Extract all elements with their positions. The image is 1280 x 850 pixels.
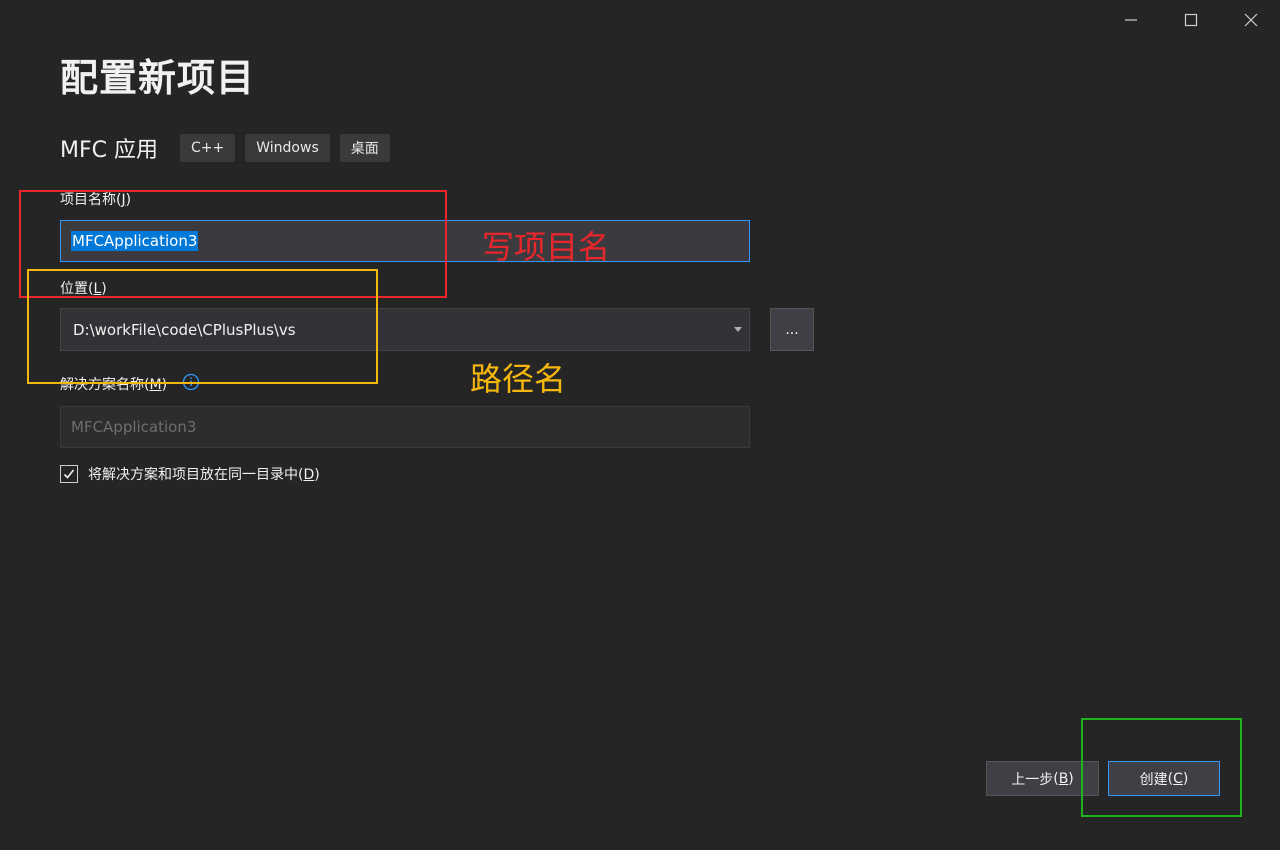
- info-icon[interactable]: [182, 373, 200, 391]
- same-directory-accelerator: D: [303, 467, 315, 483]
- tag-platform: Windows: [245, 134, 330, 162]
- checkmark-icon: [63, 469, 75, 479]
- back-accelerator: B: [1058, 770, 1069, 787]
- project-name-value: MFCApplication3: [71, 231, 199, 251]
- same-directory-option[interactable]: 将解决方案和项目放在同一目录中(D): [60, 463, 320, 485]
- location-value: D:\workFile\code\CPlusPlus\vs: [73, 320, 296, 339]
- same-directory-checkbox[interactable]: [60, 465, 78, 483]
- project-name-input[interactable]: MFCApplication3: [60, 220, 750, 262]
- project-name-label: 项目名称(J): [60, 192, 132, 208]
- tag-language: C++: [180, 134, 236, 162]
- solution-name-input[interactable]: MFCApplication3: [60, 406, 750, 448]
- project-name-annotation-text: 写项目名: [482, 228, 611, 266]
- solution-name-placeholder: MFCApplication3: [71, 418, 197, 436]
- maximize-button[interactable]: [1168, 4, 1214, 36]
- close-icon: [1244, 13, 1258, 27]
- template-name: MFC 应用: [60, 138, 158, 163]
- same-directory-label: 将解决方案和项目放在同一目录中(D): [88, 467, 320, 483]
- template-info: MFC 应用 C++ Windows 桌面: [60, 132, 400, 164]
- location-label: 位置(L): [60, 281, 107, 297]
- location-combobox[interactable]: D:\workFile\code\CPlusPlus\vs: [60, 308, 750, 351]
- create-accelerator: C: [1173, 770, 1183, 787]
- tag-project-type: 桌面: [339, 134, 390, 162]
- page-title: 配置新项目: [60, 56, 256, 100]
- browse-button[interactable]: ...: [770, 308, 814, 351]
- back-button[interactable]: 上一步(B): [986, 761, 1099, 796]
- maximize-icon: [1184, 13, 1198, 27]
- location-accelerator: L: [93, 281, 102, 297]
- configure-project-window: 配置新项目 MFC 应用 C++ Windows 桌面 项目名称(J) MFCA…: [0, 0, 1280, 850]
- project-name-accelerator: J: [121, 192, 126, 208]
- close-button[interactable]: [1228, 4, 1274, 36]
- create-button[interactable]: 创建(C): [1108, 761, 1220, 796]
- solution-name-accelerator: M: [149, 377, 162, 393]
- dropdown-arrow-icon[interactable]: [733, 324, 743, 334]
- solution-name-label: 解决方案名称(M): [60, 377, 168, 393]
- minimize-icon: [1125, 19, 1137, 21]
- minimize-button[interactable]: [1108, 4, 1154, 36]
- location-annotation-text: 路径名: [470, 360, 567, 398]
